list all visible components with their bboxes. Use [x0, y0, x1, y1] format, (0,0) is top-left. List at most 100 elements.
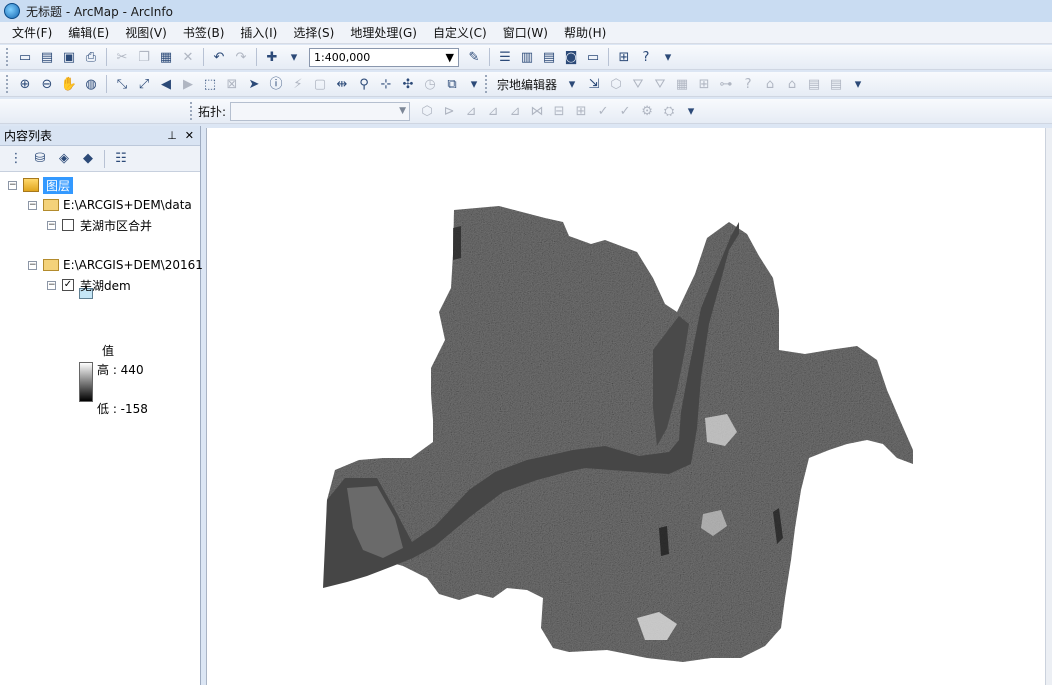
create-viewer-window-icon[interactable]: ⧉	[442, 74, 462, 94]
list-by-drawing-order-icon[interactable]: ⋮	[5, 149, 27, 169]
topology-map-icon[interactable]: ⊳	[439, 101, 459, 121]
measure-icon[interactable]: ⇹	[332, 74, 352, 94]
tree-row-layer-dem[interactable]: − ✓ 芜湖dem	[47, 276, 131, 294]
menu-help[interactable]: 帮助(H)	[556, 22, 614, 43]
print-icon[interactable]: ⎙	[81, 47, 101, 67]
undo-icon[interactable]: ↶	[209, 47, 229, 67]
chevron-down-icon[interactable]: ▾	[562, 74, 582, 94]
new-document-icon[interactable]: ▭	[15, 47, 35, 67]
toolbar-options-icon[interactable]: ▾	[464, 74, 484, 94]
parcel-point-icon[interactable]: ⛛	[650, 74, 670, 94]
close-icon[interactable]: ✕	[185, 129, 194, 142]
full-extent-globe-icon[interactable]: ◍	[81, 74, 101, 94]
layer-name[interactable]: 芜湖市区合并	[80, 217, 152, 234]
add-data-dropdown-icon[interactable]: ▾	[284, 47, 304, 67]
toolbar-grip[interactable]	[190, 102, 194, 120]
parcel-select-icon[interactable]: ⇲	[584, 74, 604, 94]
tree-row-layer-polygon[interactable]: − 芜湖市区合并	[47, 216, 152, 234]
topology-select[interactable]: ▼	[230, 101, 411, 121]
list-by-source-icon[interactable]: ⛁	[29, 149, 51, 169]
parcel-table-icon[interactable]: ▤	[804, 74, 824, 94]
zoom-out-icon[interactable]: ⊖	[37, 74, 57, 94]
menu-geoprocessing[interactable]: 地理处理(G)	[342, 22, 425, 43]
collapse-icon[interactable]: −	[28, 260, 37, 270]
topology-align-icon[interactable]: ⊿	[505, 101, 525, 121]
parcel-editor-menu[interactable]: 宗地编辑器	[497, 76, 557, 93]
toolbar-options-icon[interactable]: ▾	[658, 47, 678, 67]
map-vertical-scrollbar[interactable]	[1045, 128, 1052, 685]
search-window-icon[interactable]: ▤	[539, 47, 559, 67]
parcel-adjust-icon[interactable]: ⊶	[716, 74, 736, 94]
catalog-window-icon[interactable]: ▥	[517, 47, 537, 67]
tree-row-folder-dem[interactable]: − E:\ARCGIS+DEM\20161	[28, 256, 203, 274]
paste-icon[interactable]: ▦	[156, 47, 176, 67]
parcel-grid-icon[interactable]: ⊞	[694, 74, 714, 94]
collapse-icon[interactable]: −	[47, 220, 56, 230]
redo-icon[interactable]: ↷	[231, 47, 251, 67]
cut-icon[interactable]: ✂	[112, 47, 132, 67]
toolbar-grip[interactable]	[485, 75, 489, 93]
toolbar-options-icon[interactable]: ▾	[848, 74, 868, 94]
layer-visibility-checkbox[interactable]	[62, 219, 74, 231]
identify-icon[interactable]: ⓘ	[266, 74, 286, 94]
map-scale-combo[interactable]: 1:400,000 ▼	[309, 47, 459, 67]
parcel-build-icon[interactable]: ⛛	[628, 74, 648, 94]
color-ramp-swatch[interactable]	[79, 362, 93, 402]
menu-selection[interactable]: 选择(S)	[285, 22, 342, 43]
collapse-icon[interactable]: −	[8, 180, 17, 190]
collapse-icon[interactable]: −	[47, 280, 56, 290]
menu-customize[interactable]: 自定义(C)	[425, 22, 495, 43]
list-by-visibility-icon[interactable]: ◈	[53, 149, 75, 169]
editor-toolbar-icon[interactable]: ✎	[464, 47, 484, 67]
parcel-join-icon[interactable]: ⬡	[606, 74, 626, 94]
topology-planarize-icon[interactable]: ⊟	[549, 101, 569, 121]
toolbar-grip[interactable]	[6, 75, 10, 93]
whats-this-help-icon[interactable]: ?	[636, 47, 656, 67]
hyperlink-icon[interactable]: ⚡	[288, 74, 308, 94]
menu-windows[interactable]: 窗口(W)	[495, 22, 556, 43]
select-elements-arrow-icon[interactable]: ➤	[244, 74, 264, 94]
arctoolbox-icon[interactable]: ◙	[561, 47, 581, 67]
topology-validate-icon[interactable]: ✓	[593, 101, 613, 121]
open-folder-icon[interactable]: ▤	[37, 47, 57, 67]
menu-view[interactable]: 视图(V)	[117, 22, 175, 43]
fixed-zoom-in-icon[interactable]: ⤡	[112, 74, 132, 94]
add-data-icon[interactable]: ✚	[262, 47, 282, 67]
error-inspector-icon[interactable]: ⚙	[637, 101, 657, 121]
pan-hand-icon[interactable]: ✋	[59, 74, 79, 94]
next-extent-icon[interactable]: ▶	[178, 74, 198, 94]
menu-bookmarks[interactable]: 书签(B)	[175, 22, 233, 43]
save-icon[interactable]: ▣	[59, 47, 79, 67]
layer-name[interactable]: 芜湖dem	[80, 277, 131, 294]
topology-split-icon[interactable]: ⊞	[571, 101, 591, 121]
delete-icon[interactable]: ✕	[178, 47, 198, 67]
parcel-merge-icon[interactable]: ⌂	[782, 74, 802, 94]
fix-topology-error-icon[interactable]: ⛭	[659, 101, 679, 121]
toolbar-options-icon[interactable]: ▾	[681, 101, 701, 121]
map-display[interactable]	[206, 128, 1046, 685]
tree-row-layers-root[interactable]: − 图层	[8, 176, 74, 194]
dem-raster-map[interactable]	[207, 128, 1046, 685]
parcel-construct-icon[interactable]: ⌂	[760, 74, 780, 94]
layer-visibility-checkbox[interactable]: ✓	[62, 279, 74, 291]
fixed-zoom-out-icon[interactable]: ⤢	[134, 74, 154, 94]
collapse-icon[interactable]: −	[28, 200, 37, 210]
time-slider-icon[interactable]: ◷	[420, 74, 440, 94]
topology-validate-area-icon[interactable]: ✓	[615, 101, 635, 121]
html-popup-icon[interactable]: ▢	[310, 74, 330, 94]
topology-reshape-icon[interactable]: ⊿	[461, 101, 481, 121]
zoom-in-icon[interactable]: ⊕	[15, 74, 35, 94]
topology-modify-icon[interactable]: ⊿	[483, 101, 503, 121]
menu-edit[interactable]: 编辑(E)	[60, 22, 117, 43]
menu-file[interactable]: 文件(F)	[4, 22, 60, 43]
go-to-xy-icon[interactable]: ✣	[398, 74, 418, 94]
table-of-contents-icon[interactable]: ☰	[495, 47, 515, 67]
topology-edit-tool-icon[interactable]: ⬡	[417, 101, 437, 121]
list-by-selection-icon[interactable]: ◆	[77, 149, 99, 169]
parcel-query-icon[interactable]: ?	[738, 74, 758, 94]
parcel-lines-icon[interactable]: ▦	[672, 74, 692, 94]
find-binoculars-icon[interactable]: ⚲	[354, 74, 374, 94]
python-window-icon[interactable]: ▭	[583, 47, 603, 67]
menu-insert[interactable]: 插入(I)	[232, 22, 285, 43]
copy-icon[interactable]: ❐	[134, 47, 154, 67]
